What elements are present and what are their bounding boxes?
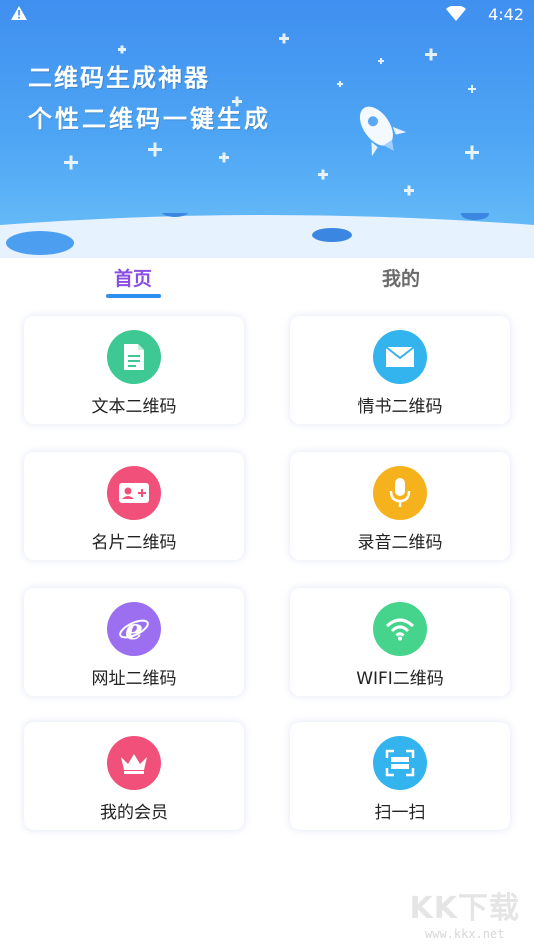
watermark: KK下载 www.kkx.net (410, 883, 521, 941)
text-qrcode-card[interactable]: 文本二维码 (24, 316, 244, 424)
love-letter-qrcode-card[interactable]: 情书二维码 (290, 316, 510, 424)
card-label: 扫一扫 (374, 803, 426, 823)
card-label: 情书二维码 (357, 397, 443, 417)
envelope-icon (373, 330, 427, 384)
tab-mine[interactable]: 我的 (356, 264, 446, 291)
card-label: WIFI二维码 (356, 669, 444, 689)
audio-qrcode-card[interactable]: 录音二维码 (290, 452, 510, 560)
business-card-qrcode-card[interactable]: 名片二维码 (24, 452, 244, 560)
wifi-qrcode-card[interactable]: WIFI二维码 (290, 588, 510, 696)
active-tab-indicator (106, 294, 161, 298)
watermark-url: www.kkx.net (425, 927, 505, 941)
header-banner: 4:42 二维码生成神器 个性二维码一键生成 (0, 0, 534, 258)
banner-subtitle: 个性二维码一键生成 (28, 105, 271, 133)
url-qrcode-card[interactable]: e 网址二维码 (24, 588, 244, 696)
tab-home[interactable]: 首页 (88, 264, 178, 291)
wifi-icon (373, 602, 427, 656)
browser-icon: e (107, 602, 161, 656)
moon-surface-decoration (0, 213, 534, 258)
svg-text:e: e (125, 614, 143, 644)
card-label: 文本二维码 (91, 397, 177, 417)
banner-title: 二维码生成神器 (28, 64, 210, 92)
card-label: 我的会员 (100, 803, 168, 823)
scan-icon (373, 736, 427, 790)
card-label: 网址二维码 (91, 669, 177, 689)
crown-icon (107, 736, 161, 790)
card-label: 录音二维码 (357, 533, 443, 553)
rocket-icon (359, 106, 407, 157)
scan-card[interactable]: 扫一扫 (290, 722, 510, 830)
my-membership-card[interactable]: 我的会员 (24, 722, 244, 830)
microphone-icon (373, 466, 427, 520)
tab-bar: 首页 我的 (0, 258, 534, 304)
card-label: 名片二维码 (91, 533, 177, 553)
watermark-logo: KK下载 (409, 891, 520, 926)
contact-card-icon (107, 466, 161, 520)
document-icon (107, 330, 161, 384)
